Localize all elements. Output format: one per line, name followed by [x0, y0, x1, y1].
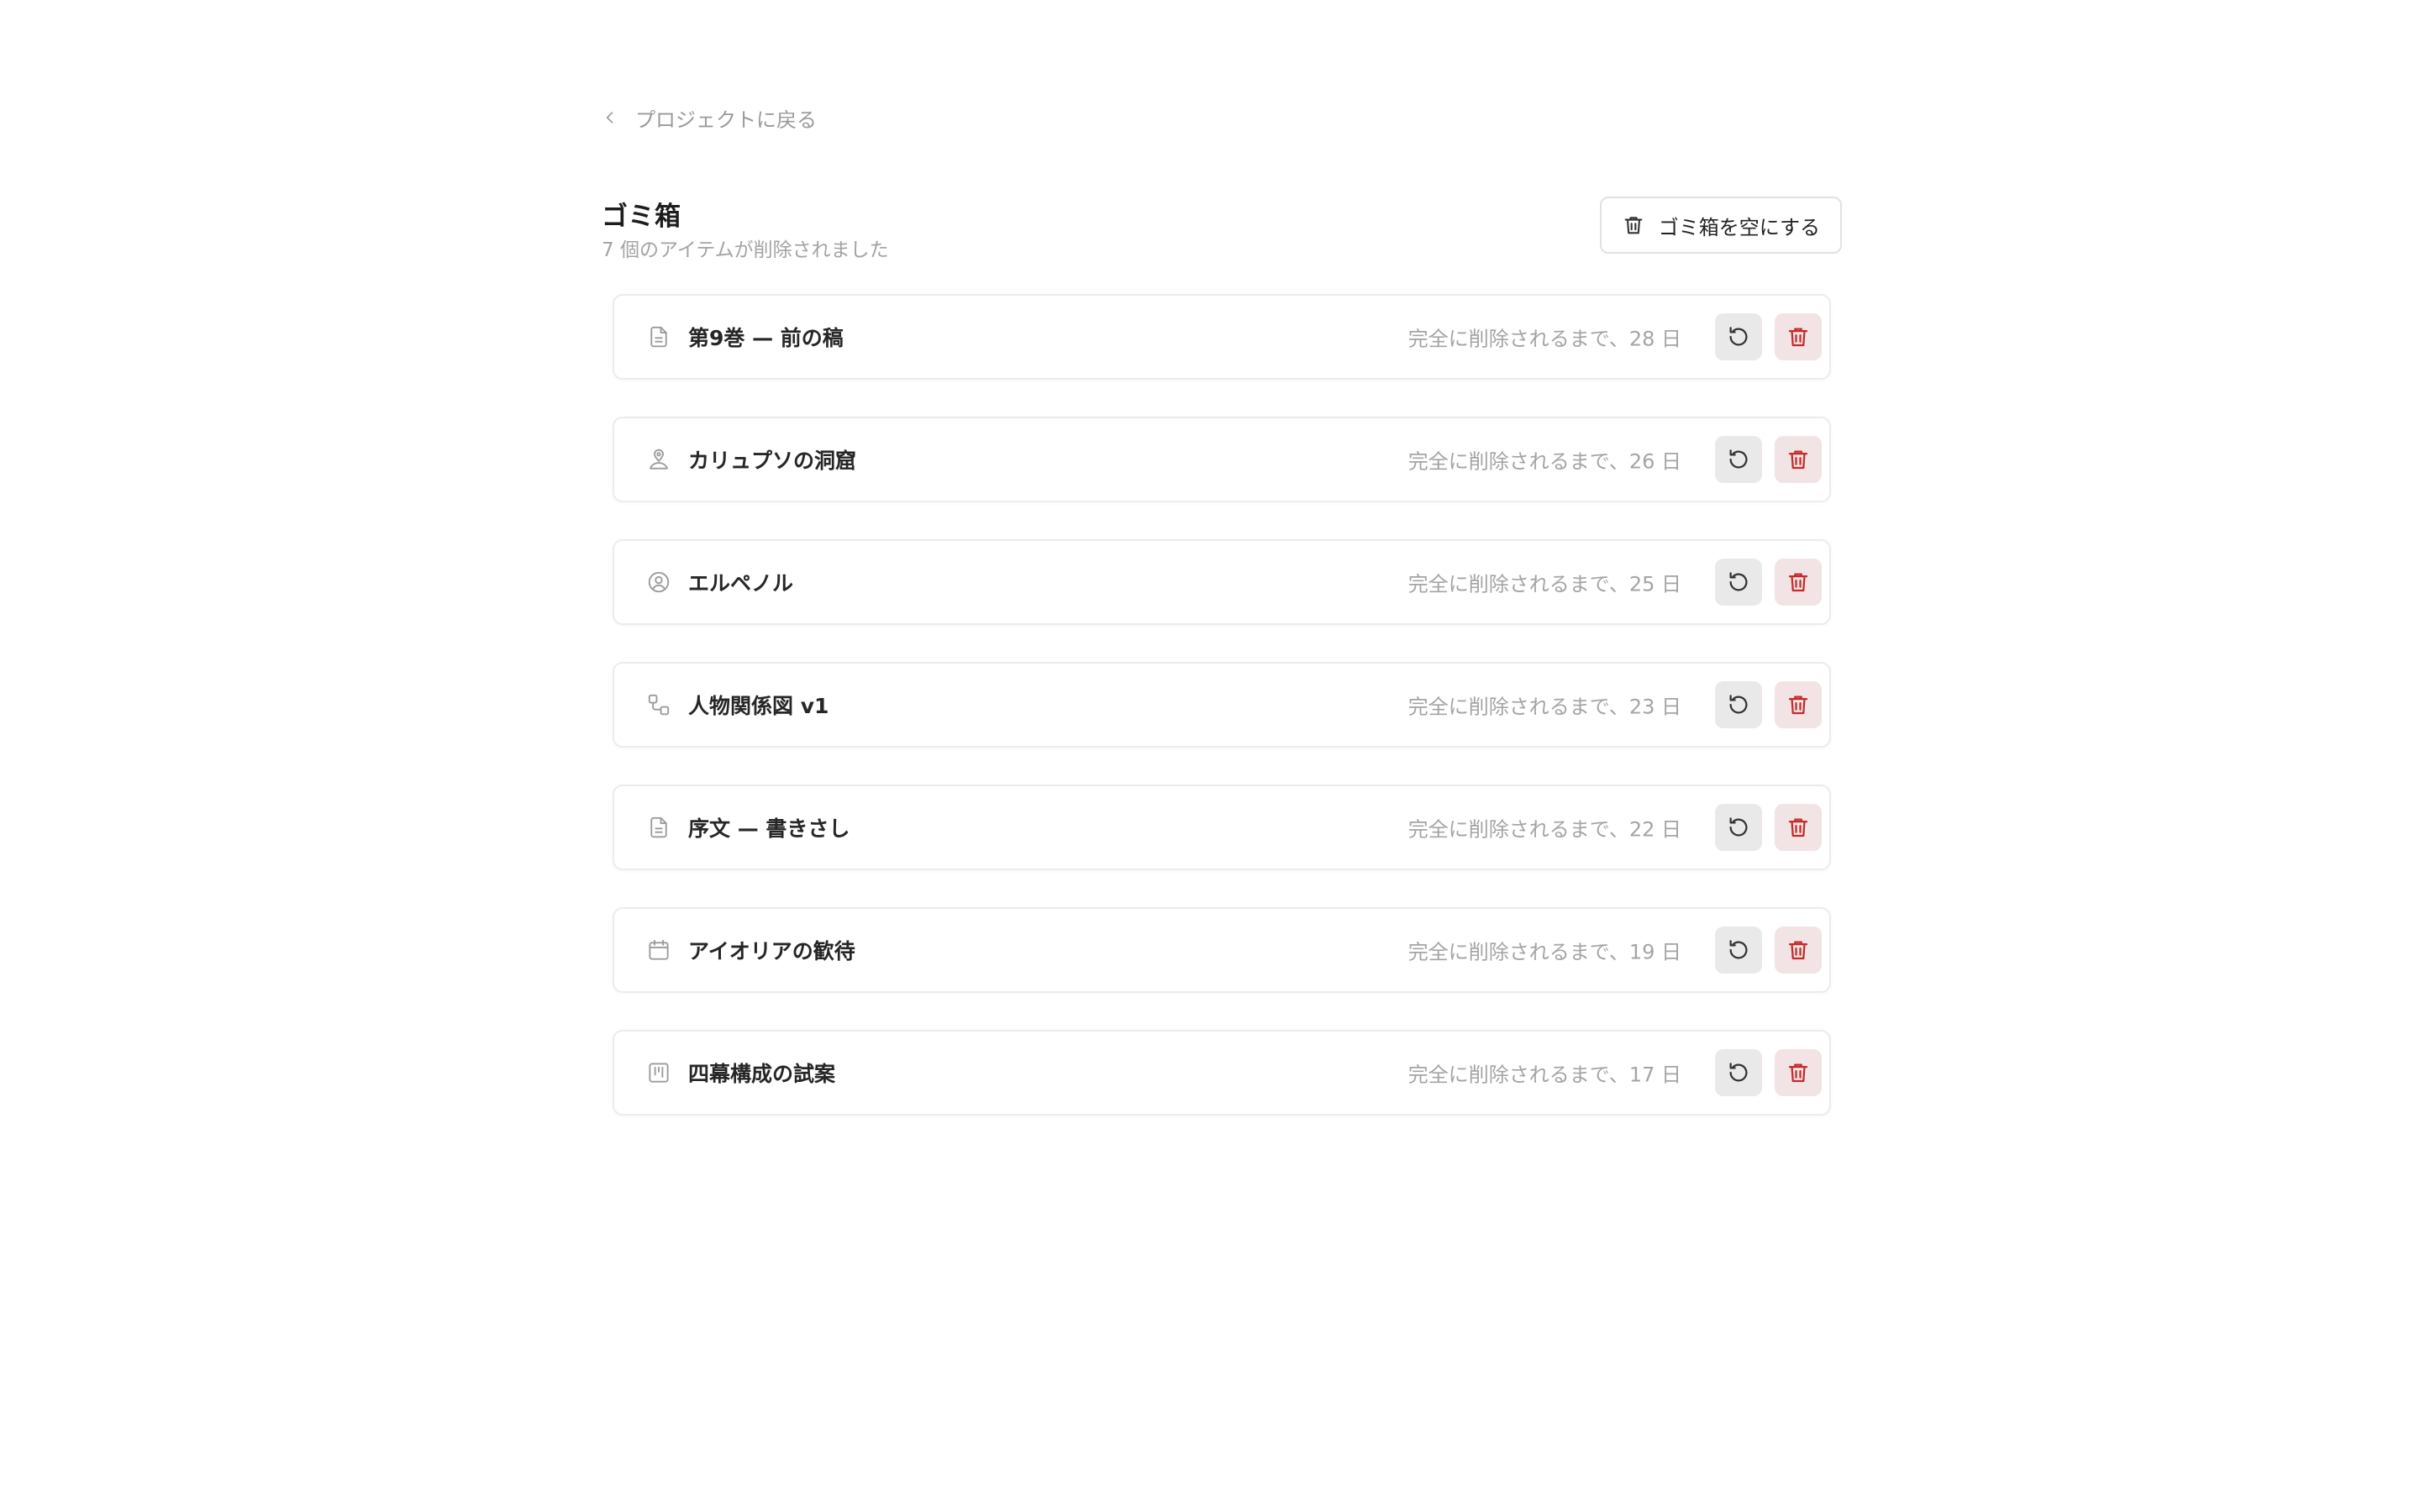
item-remaining-days: 完全に削除されるまで、26 日 — [1407, 449, 1681, 474]
trash-icon — [1786, 324, 1811, 349]
restore-button[interactable] — [1715, 1049, 1762, 1096]
restore-button[interactable] — [1715, 559, 1762, 606]
trash-item: エルペノル 完全に削除されるまで、25 日 — [613, 539, 1831, 625]
trash-icon — [1622, 213, 1645, 237]
restore-button[interactable] — [1715, 681, 1762, 728]
deleted-count: 7 個のアイテムが削除されました — [602, 239, 889, 261]
item-name: 人物関係図 v1 — [688, 694, 829, 718]
trash-item-list: 第9巻 — 前の稿 完全に削除されるまで、28 日 カリュプソの洞窟 完全に削除… — [613, 294, 1831, 1152]
trash-item: 四幕構成の試案 完全に削除されるまで、17 日 — [613, 1030, 1831, 1116]
trash-icon — [1786, 1060, 1811, 1085]
restore-button[interactable] — [1715, 804, 1762, 851]
restore-button[interactable] — [1715, 313, 1762, 360]
delete-permanently-button[interactable] — [1775, 436, 1822, 483]
restore-icon — [1726, 447, 1751, 472]
kanban-board-icon — [646, 1060, 671, 1085]
item-name: 第9巻 — 前の稿 — [688, 326, 844, 350]
item-name: 序文 — 書きさし — [688, 816, 850, 841]
delete-permanently-button[interactable] — [1775, 559, 1822, 606]
item-name: エルペノル — [688, 571, 794, 596]
empty-trash-label: ゴミ箱を空にする — [1658, 215, 1820, 239]
item-remaining-days: 完全に削除されるまで、22 日 — [1407, 817, 1681, 842]
document-icon — [646, 324, 671, 349]
restore-icon — [1726, 937, 1751, 963]
trash-icon — [1786, 692, 1811, 717]
delete-permanently-button[interactable] — [1775, 804, 1822, 851]
chevron-left-icon — [602, 109, 618, 126]
item-name: 四幕構成の試案 — [688, 1062, 836, 1086]
item-remaining-days: 完全に削除されるまで、28 日 — [1407, 327, 1681, 351]
item-remaining-days: 完全に削除されるまで、17 日 — [1407, 1063, 1681, 1087]
document-icon — [646, 815, 671, 840]
relationship-graph-icon — [646, 692, 671, 717]
delete-permanently-button[interactable] — [1775, 1049, 1822, 1096]
trash-item: 序文 — 書きさし 完全に削除されるまで、22 日 — [613, 785, 1831, 870]
location-pin-icon — [646, 447, 671, 472]
trash-icon — [1786, 570, 1811, 595]
back-to-project-link[interactable]: プロジェクトに戻る — [602, 99, 817, 136]
delete-permanently-button[interactable] — [1775, 927, 1822, 974]
trash-item: カリュプソの洞窟 完全に削除されるまで、26 日 — [613, 417, 1831, 502]
trash-header: ゴミ箱 7 個のアイテムが削除されました ゴミ箱を空にする — [602, 195, 1842, 267]
delete-permanently-button[interactable] — [1775, 313, 1822, 360]
trash-icon — [1786, 937, 1811, 963]
trash-item: 人物関係図 v1 完全に削除されるまで、23 日 — [613, 662, 1831, 748]
trash-item: アイオリアの歓待 完全に削除されるまで、19 日 — [613, 907, 1831, 993]
restore-icon — [1726, 692, 1751, 717]
restore-button[interactable] — [1715, 927, 1762, 974]
restore-icon — [1726, 324, 1751, 349]
restore-button[interactable] — [1715, 436, 1762, 483]
item-remaining-days: 完全に削除されるまで、19 日 — [1407, 940, 1681, 964]
trash-icon — [1786, 447, 1811, 472]
trash-icon — [1786, 815, 1811, 840]
trash-container: プロジェクトに戻る ゴミ箱 7 個のアイテムが削除されました ゴミ箱を空にする … — [602, 99, 1842, 1116]
restore-icon — [1726, 815, 1751, 840]
calendar-icon — [646, 937, 671, 963]
user-circle-icon — [646, 570, 671, 595]
restore-icon — [1726, 1060, 1751, 1085]
trash-item: 第9巻 — 前の稿 完全に削除されるまで、28 日 — [613, 294, 1831, 380]
delete-permanently-button[interactable] — [1775, 681, 1822, 728]
trash-page: プロジェクトに戻る ゴミ箱 7 個のアイテムが削除されました ゴミ箱を空にする … — [0, 0, 2420, 1512]
page-title: ゴミ箱 — [602, 202, 681, 232]
restore-icon — [1726, 570, 1751, 595]
item-remaining-days: 完全に削除されるまで、25 日 — [1407, 572, 1681, 596]
item-name: カリュプソの洞窟 — [688, 449, 857, 473]
empty-trash-button[interactable]: ゴミ箱を空にする — [1599, 197, 1842, 254]
item-name: アイオリアの歓待 — [688, 939, 855, 963]
item-remaining-days: 完全に削除されるまで、23 日 — [1407, 695, 1681, 719]
back-link-label: プロジェクトに戻る — [635, 108, 817, 132]
